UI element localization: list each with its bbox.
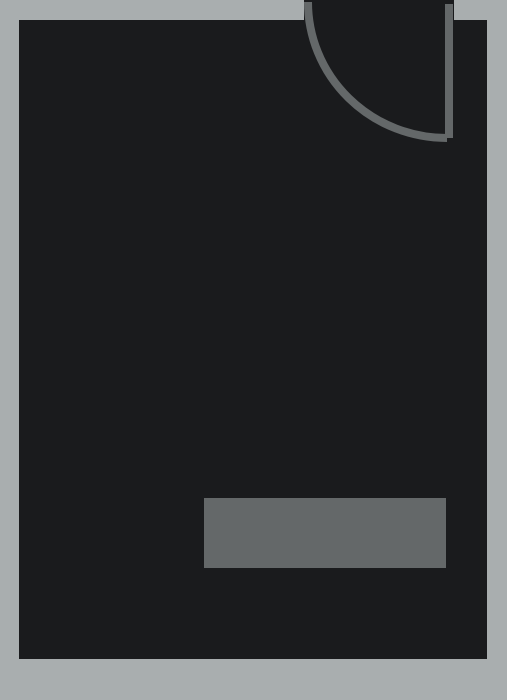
door-opening — [304, 0, 454, 20]
rectangular-fixture — [204, 498, 446, 568]
wall-frame — [0, 0, 507, 700]
